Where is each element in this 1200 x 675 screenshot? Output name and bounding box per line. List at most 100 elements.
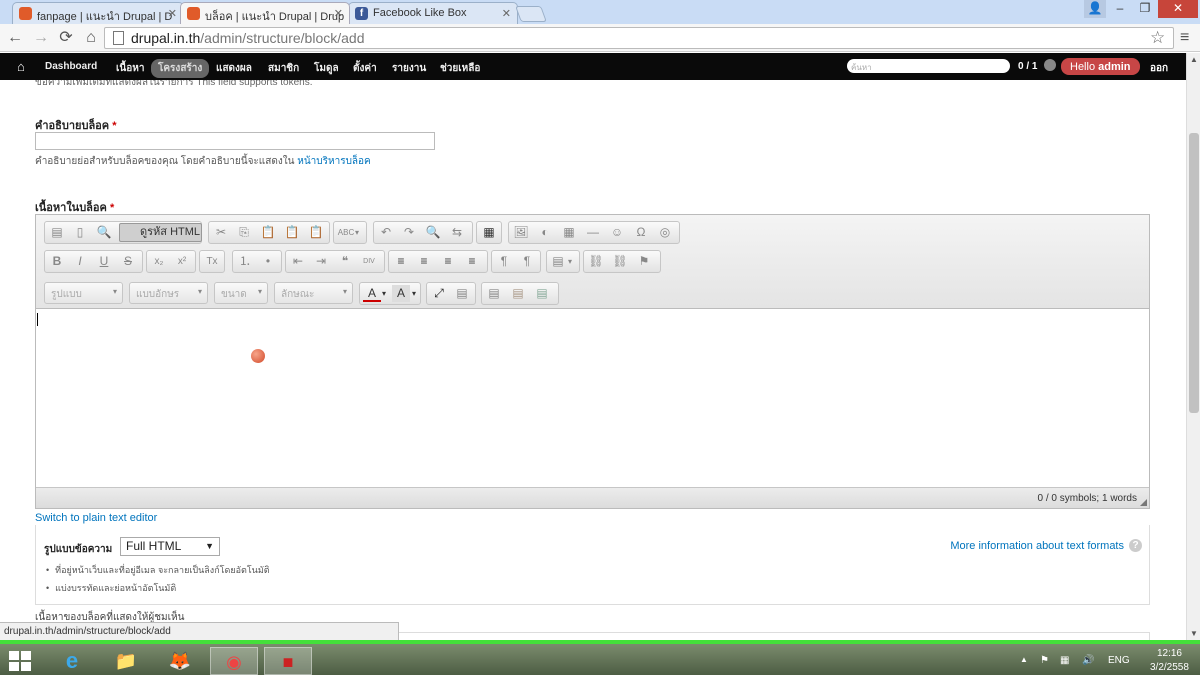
block-description-input[interactable] [35,132,435,150]
link-icon[interactable]: ⛓ [587,253,605,270]
browser-tab-block[interactable]: บล็อค | แนะนำ Drupal | Drup ✕ [180,2,350,24]
ltr-icon[interactable]: ¶ [495,253,513,270]
flash-icon[interactable]: ◐ [536,224,554,241]
save-icon[interactable]: ▤ [48,224,66,241]
bullet-list-icon[interactable]: • [259,253,277,270]
preview-icon[interactable]: 🔍 [95,224,113,241]
internet-explorer-icon[interactable]: e [48,647,96,675]
italic-icon[interactable]: I [71,253,89,270]
close-tab-icon[interactable]: ✕ [334,7,343,20]
close-window-button[interactable]: ✕ [1158,0,1198,18]
recorder-icon[interactable]: ■ [264,647,312,675]
home-icon[interactable]: ⌂ [17,59,25,74]
bold-icon[interactable]: B [48,253,66,270]
page-break-icon[interactable]: ▤ [485,285,503,302]
toolbar-item-appearance[interactable]: แสดงผล [216,61,252,76]
special-char-icon[interactable]: Ω [632,224,650,241]
user-icon[interactable]: 👤 [1084,0,1106,18]
tray-expand-icon[interactable]: ▲ [1020,655,1028,664]
toolbar-search-input[interactable]: ค้นหา [847,59,1010,73]
div-icon[interactable]: DIV [360,253,378,270]
forward-arrow-icon[interactable]: → [32,29,50,47]
show-blocks-icon[interactable]: ▤ [453,285,471,302]
resize-handle-icon[interactable] [1140,499,1147,506]
source-html-button[interactable]: ดูรหัส HTML [119,223,202,242]
paste-text-icon[interactable]: 📋 [283,224,301,241]
style-combo[interactable]: ลักษณะ ▾ [274,282,353,304]
bg-color-icon[interactable]: A [392,285,410,302]
font-combo[interactable]: แบบอักษร ▾ [129,282,208,304]
horizontal-rule-icon[interactable]: ― [584,224,602,241]
cut-icon[interactable]: ✂ [212,224,230,241]
editor-content-area[interactable] [36,309,1149,487]
language-indicator[interactable]: ENG [1108,655,1130,666]
iframe-icon[interactable]: ◎ [656,224,674,241]
help-icon[interactable]: ? [1129,539,1142,552]
replace-icon[interactable]: ⇆ [448,224,466,241]
template-icon[interactable]: ▤ [533,285,551,302]
reload-icon[interactable]: ⟳ [57,29,75,47]
image-icon[interactable]: 🖼 [512,224,530,241]
chrome-icon[interactable]: ◉ [210,647,258,675]
format-combo[interactable]: รูปแบบ ▾ [44,282,123,304]
rtl-icon[interactable]: ¶ [518,253,536,270]
toolbar-item-structure[interactable]: โครงสร้าง [151,59,210,78]
block-admin-link[interactable]: หน้าบริหารบล็อค [297,156,371,167]
align-center-icon[interactable]: ≡ [415,253,433,270]
minimize-button[interactable]: – [1108,0,1132,18]
volume-icon[interactable]: 🔊 [1082,655,1094,666]
toolbar-item-modules[interactable]: โมดูล [314,61,339,76]
toolbar-item-config[interactable]: ตั้งค่า [353,61,377,76]
chevron-down-icon[interactable]: ▾ [564,253,576,270]
redo-icon[interactable]: ↷ [400,224,418,241]
scroll-down-icon[interactable]: ▼ [1190,629,1198,638]
toolbar-item-reports[interactable]: รายงาน [392,61,426,76]
underline-icon[interactable]: U [95,253,113,270]
unlink-icon[interactable]: ⛓ [611,253,629,270]
text-format-info-link[interactable]: More information about text formats [950,540,1124,552]
align-right-icon[interactable]: ≡ [439,253,457,270]
paste-word-icon[interactable]: 📋 [307,224,325,241]
outdent-icon[interactable]: ⇤ [289,253,307,270]
table-icon[interactable]: ▦ [560,224,578,241]
chevron-down-icon[interactable]: ▾ [351,224,363,241]
remove-format-icon[interactable]: Tx [203,253,221,270]
scroll-up-icon[interactable]: ▲ [1190,55,1198,64]
maximize-icon[interactable]: ⤢ [430,285,448,302]
back-arrow-icon[interactable]: ← [6,29,24,47]
size-combo[interactable]: ขนาด ▾ [214,282,268,304]
new-tab-button[interactable] [515,6,547,22]
hello-user-button[interactable]: Hello admin [1061,58,1140,75]
anchor-icon[interactable]: ⚑ [635,253,653,270]
blockquote-icon[interactable]: ❝ [336,253,354,270]
smiley-icon[interactable]: ☺ [608,224,626,241]
new-page-icon[interactable]: ▯ [71,224,89,241]
select-all-icon[interactable]: ▦ [480,224,498,241]
media-icon[interactable]: ▤ [509,285,527,302]
subscript-icon[interactable]: x₂ [150,253,168,270]
toolbar-item-help[interactable]: ช่วยเหลือ [440,61,480,76]
chrome-menu-icon[interactable]: ≡ [1180,29,1189,47]
switch-plain-text-link[interactable]: Switch to plain text editor [35,512,157,524]
strike-icon[interactable]: S [119,253,137,270]
chevron-down-icon[interactable]: ▾ [409,285,419,302]
chevron-down-icon[interactable]: ▾ [379,285,389,302]
toolbar-item-people[interactable]: สมาชิก [268,61,299,76]
browser-tab-facebook[interactable]: f Facebook Like Box ✕ [348,2,518,24]
toolbar-item-dashboard[interactable]: Dashboard [45,61,97,72]
windows-start-icon[interactable] [9,651,31,671]
network-icon[interactable]: ▦ [1060,655,1069,666]
close-tab-icon[interactable]: ✕ [168,7,177,20]
system-clock[interactable]: 12:16 3/2/2558 [1150,647,1189,675]
find-icon[interactable]: 🔍 [424,224,442,241]
url-bar[interactable]: drupal.in.th/admin/structure/block/add [104,27,1174,49]
undo-icon[interactable]: ↶ [377,224,395,241]
scroll-thumb[interactable] [1189,133,1199,413]
file-explorer-icon[interactable]: 📁 [102,647,150,675]
copy-icon[interactable]: ⎘ [235,224,253,241]
close-tab-icon[interactable]: ✕ [502,7,511,20]
home-icon[interactable]: ⌂ [82,29,100,47]
firefox-icon[interactable]: 🦊 [156,647,204,675]
maximize-button[interactable]: ❐ [1133,0,1157,18]
superscript-icon[interactable]: x² [173,253,191,270]
